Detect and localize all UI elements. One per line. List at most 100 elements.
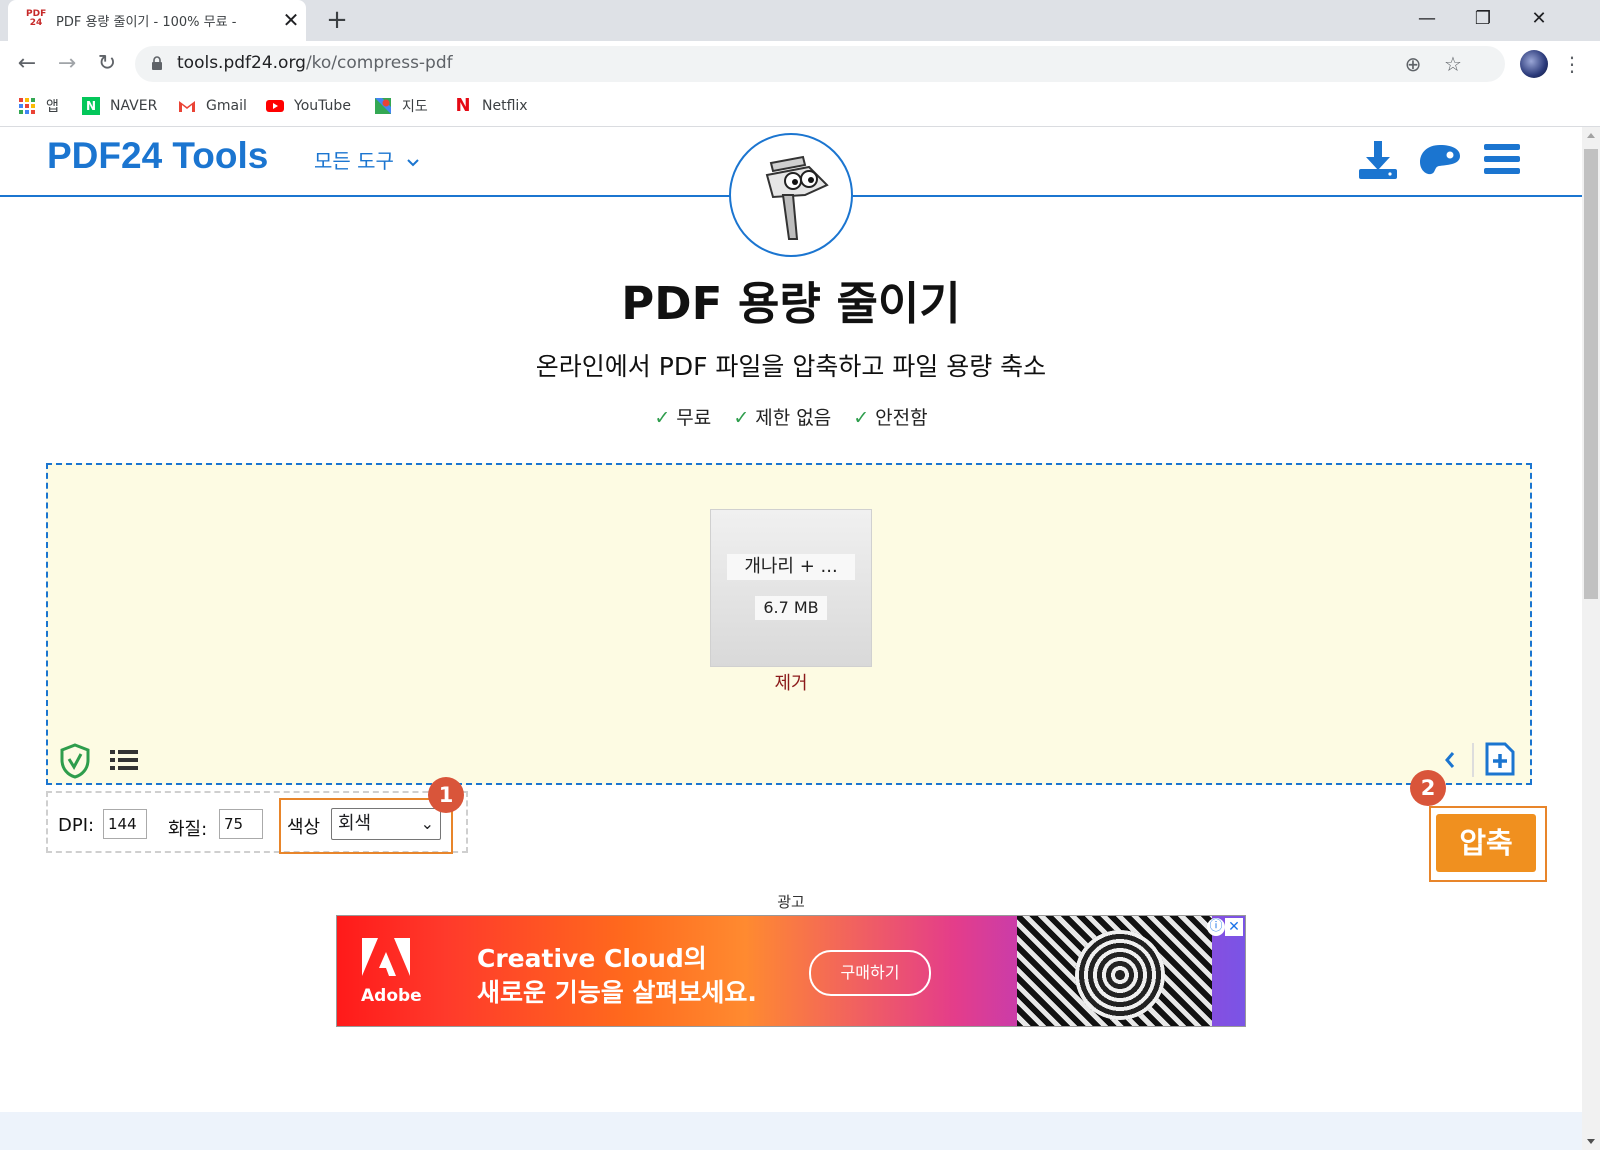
file-name: 개나리 + ...	[727, 554, 855, 580]
check-icon: ✓	[853, 407, 870, 429]
theme-palette-icon[interactable]	[1419, 143, 1461, 177]
add-site-icon[interactable]: ⊕	[1401, 52, 1425, 76]
new-tab-button[interactable]: +	[322, 6, 352, 36]
tab-close-icon[interactable]: ✕	[280, 9, 302, 31]
page-scrollbar[interactable]	[1582, 127, 1600, 1150]
file-size: 6.7 MB	[755, 596, 827, 620]
feature-label: 안전함	[875, 407, 928, 429]
browser-toolbar: ← → ↻ tools.pdf24.org/ko/compress-pdf ⊕ …	[0, 41, 1600, 86]
forward-button[interactable]: →	[52, 49, 82, 79]
ad-headline-line1: Creative Cloud의	[477, 944, 707, 973]
feature-item: ✓ 무료	[654, 407, 711, 429]
bookmark-naver[interactable]: N NAVER	[82, 94, 157, 118]
scroll-down-arrow-icon[interactable]	[1587, 1139, 1595, 1144]
site-logo[interactable]: PDF24 Tools	[47, 135, 268, 177]
dpi-label: DPI:	[58, 815, 95, 836]
select-chevron-icon: ⌄	[420, 814, 434, 833]
ad-banner[interactable]: Adobe Creative Cloud의 새로운 기능을 살펴보세요. 구매하…	[336, 915, 1246, 1027]
ad-artwork	[1017, 916, 1212, 1026]
compress-button[interactable]: 압축	[1436, 814, 1536, 872]
bookmark-label: Netflix	[482, 98, 528, 114]
color-select-value: 회색	[338, 813, 372, 834]
ad-buy-button[interactable]: 구매하기	[809, 950, 931, 996]
quality-input[interactable]: 75	[219, 809, 263, 839]
pdf24-favicon-icon: PDF 24	[26, 9, 47, 28]
check-icon: ✓	[654, 407, 671, 429]
url-text: tools.pdf24.org/ko/compress-pdf	[177, 53, 453, 73]
bookmarks-bar: 앱 N NAVER Gmail YouTube 지도 N Netflix	[0, 86, 1600, 127]
minimize-button[interactable]: —	[1404, 4, 1450, 34]
adobe-logo-icon	[362, 938, 410, 976]
profile-avatar[interactable]	[1520, 50, 1548, 78]
bookmark-youtube[interactable]: YouTube	[266, 94, 351, 118]
page-title: PDF 용량 줄이기	[621, 277, 961, 330]
check-icon: ✓	[733, 407, 750, 429]
toolbar-divider	[1472, 743, 1474, 777]
add-file-icon[interactable]	[1484, 741, 1516, 777]
netflix-icon: N	[455, 95, 471, 116]
close-window-button[interactable]: ✕	[1516, 4, 1562, 34]
ad-artwork-ring	[1075, 930, 1165, 1020]
remove-file-link[interactable]: 제거	[710, 669, 872, 695]
bookmark-apps[interactable]: 앱	[18, 94, 59, 118]
chevron-left-icon[interactable]	[1444, 751, 1456, 769]
back-button[interactable]: ←	[12, 49, 42, 79]
dpi-input[interactable]: 144	[103, 809, 147, 839]
youtube-icon	[266, 100, 284, 112]
bookmark-gmail[interactable]: Gmail	[178, 94, 247, 118]
page-content: PDF24 Tools 모든 도구 PDF 용량 줄이기 온라인에서 PDF 파…	[0, 127, 1582, 1150]
feature-item: ✓ 제한 없음	[733, 407, 831, 429]
hamburger-menu-icon[interactable]	[1484, 143, 1520, 175]
download-icon[interactable]	[1357, 139, 1399, 181]
feature-item: ✓ 안전함	[853, 407, 927, 429]
all-tools-label: 모든 도구	[314, 149, 394, 173]
ad-close-icon[interactable]: ✕	[1225, 918, 1243, 936]
bookmark-label: 지도	[402, 99, 428, 115]
chevron-down-icon	[407, 159, 420, 167]
adobe-logo: Adobe	[361, 938, 422, 1006]
mascot-logo	[729, 133, 853, 257]
reload-button[interactable]: ↻	[92, 49, 122, 79]
quality-label: 화질:	[168, 819, 208, 840]
tab-title: PDF 용량 줄이기 - 100% 무료 -	[56, 15, 237, 30]
list-view-icon[interactable]	[110, 749, 138, 771]
address-bar[interactable]: tools.pdf24.org/ko/compress-pdf ⊕ ☆	[135, 46, 1505, 82]
ad-info-icon[interactable]: ⓘ	[1207, 918, 1225, 936]
ad-headline-line2: 새로운 기능을 살펴보세요.	[477, 978, 757, 1007]
mascot-illustration	[765, 155, 829, 240]
bookmark-label: Gmail	[206, 98, 247, 114]
color-select[interactable]: 회색 ⌄	[331, 808, 441, 840]
file-dropzone[interactable]: 개나리 + ... 6.7 MB 제거	[46, 463, 1532, 785]
lock-icon	[152, 56, 162, 70]
ad-label: 광고	[777, 893, 805, 911]
browser-menu-icon[interactable]: ⋮	[1562, 50, 1582, 78]
adobe-brand-text: Adobe	[361, 986, 422, 1006]
color-label: 색상	[287, 817, 321, 838]
bookmark-star-icon[interactable]: ☆	[1441, 52, 1465, 76]
all-tools-menu[interactable]: 모든 도구	[314, 145, 420, 174]
maximize-button[interactable]: ❐	[1460, 4, 1506, 34]
maps-icon	[375, 98, 391, 114]
tab-strip: PDF 24 PDF 용량 줄이기 - 100% 무료 - ✕ + — ❐ ✕	[0, 0, 1600, 41]
feature-list: ✓ 무료 ✓ 제한 없음 ✓ 안전함	[0, 403, 1582, 430]
scroll-thumb[interactable]	[1584, 149, 1598, 599]
bookmark-label: NAVER	[110, 98, 158, 114]
bookmark-label: YouTube	[294, 98, 351, 114]
step-badge-1: 1	[428, 777, 464, 813]
apps-grid-icon	[19, 98, 35, 114]
step-badge-2: 2	[1410, 770, 1446, 806]
scroll-up-arrow-icon[interactable]	[1587, 133, 1595, 138]
shield-check-icon[interactable]	[60, 743, 90, 779]
naver-icon: N	[82, 97, 100, 115]
bookmark-label: 앱	[46, 99, 59, 115]
page-subtitle: 온라인에서 PDF 파일을 압축하고 파일 용량 축소	[535, 352, 1047, 381]
footer-band	[0, 1112, 1582, 1150]
url-host: tools.pdf24.org	[177, 53, 306, 73]
bookmark-maps[interactable]: 지도	[374, 94, 428, 118]
url-path: /ko/compress-pdf	[305, 53, 453, 73]
bookmark-netflix[interactable]: N Netflix	[454, 94, 528, 118]
gmail-icon	[179, 101, 195, 112]
file-card[interactable]: 개나리 + ... 6.7 MB	[710, 509, 872, 667]
browser-tab[interactable]: PDF 24 PDF 용량 줄이기 - 100% 무료 - ✕	[8, 0, 306, 41]
feature-label: 무료	[676, 407, 712, 429]
